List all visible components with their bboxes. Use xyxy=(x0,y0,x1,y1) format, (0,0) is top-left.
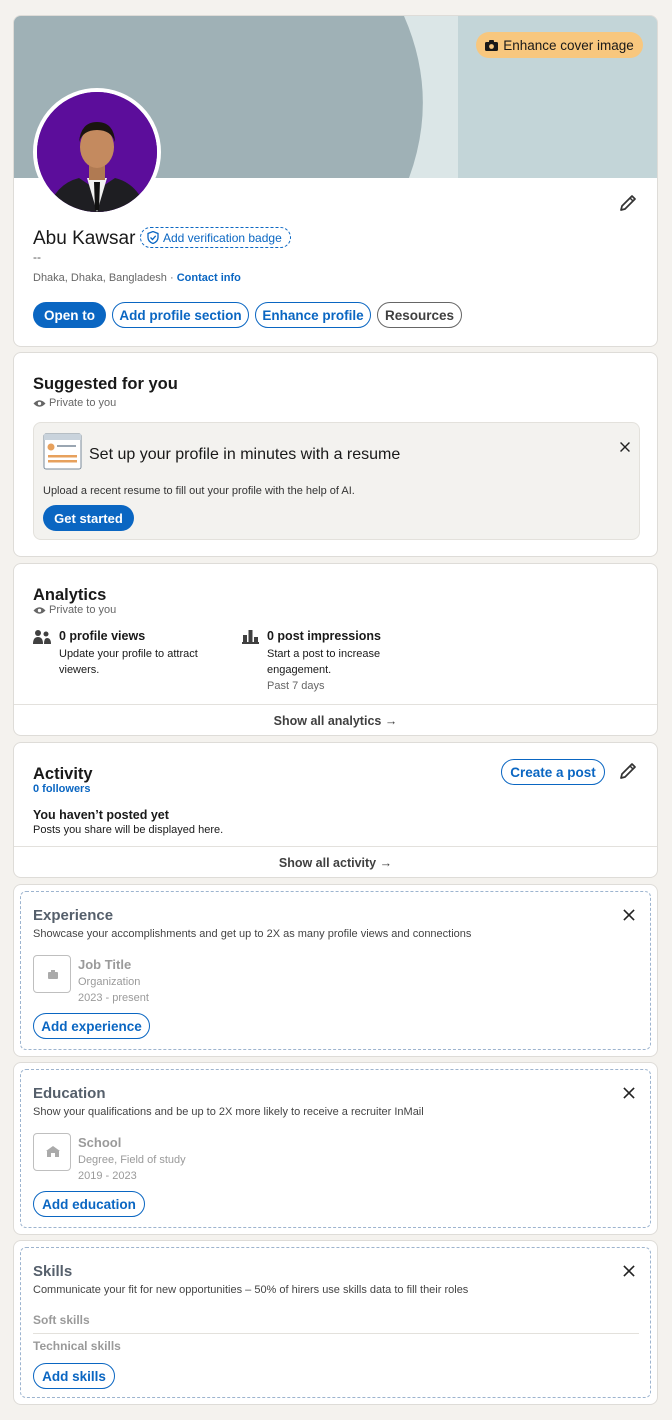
education-card: Education Show your qualifications and b… xyxy=(13,1062,658,1235)
people-icon xyxy=(33,630,51,644)
analytics-privacy: Private to you xyxy=(33,604,116,616)
show-all-activity-link[interactable]: Show all activity → xyxy=(14,846,657,877)
post-impressions-desc-1: Start a post to increase xyxy=(267,648,381,660)
avatar-photo xyxy=(37,92,157,212)
placeholder-job-title: Job Title xyxy=(78,957,132,972)
activity-card: Activity 0 followers Create a post You h… xyxy=(13,742,658,878)
avatar[interactable] xyxy=(33,88,161,216)
get-started-button[interactable]: Get started xyxy=(43,505,134,531)
create-post-button[interactable]: Create a post xyxy=(501,759,605,785)
add-skills-button[interactable]: Add skills xyxy=(33,1363,115,1389)
resume-icon xyxy=(43,433,82,470)
post-impressions-count: 0 post impressions xyxy=(267,629,381,643)
enhance-cover-label: Enhance cover image xyxy=(503,37,634,53)
open-to-button[interactable]: Open to xyxy=(33,302,106,328)
suggested-privacy: Private to you xyxy=(33,397,116,409)
privacy-label: Private to you xyxy=(49,397,117,409)
add-experience-button[interactable]: Add experience xyxy=(33,1013,150,1039)
eye-icon xyxy=(33,399,46,407)
verification-label: Add verification badge xyxy=(163,230,282,245)
profile-views-block[interactable]: 0 profile views Update your profile to a… xyxy=(33,628,233,688)
edit-activity-icon[interactable] xyxy=(618,761,638,781)
resume-card-text: Upload a recent resume to fill out your … xyxy=(43,485,355,497)
placeholder-dates: 2023 - present xyxy=(78,992,149,1004)
technical-skills-placeholder: Technical skills xyxy=(33,1339,121,1353)
profile-views-desc-2: viewers. xyxy=(59,664,100,676)
placeholder-dates: 2019 - 2023 xyxy=(78,1170,137,1182)
education-title: Education xyxy=(33,1085,106,1102)
profile-name: Abu Kawsar xyxy=(33,228,136,249)
edit-intro-icon[interactable] xyxy=(618,193,638,213)
skills-title: Skills xyxy=(33,1263,73,1280)
experience-card: Experience Showcase your accomplishments… xyxy=(13,884,658,1057)
placeholder-organization: Organization xyxy=(78,976,141,988)
resume-card-title: Set up your profile in minutes with a re… xyxy=(89,446,401,463)
resources-button[interactable]: Resources xyxy=(377,302,462,328)
dismiss-education-close-icon[interactable] xyxy=(622,1086,636,1100)
contact-info-link[interactable]: Contact info xyxy=(177,272,241,284)
privacy-label: Private to you xyxy=(49,604,117,616)
dismiss-experience-close-icon[interactable] xyxy=(622,908,636,922)
eye-icon xyxy=(33,606,46,614)
education-description: Show your qualifications and be up to 2X… xyxy=(33,1106,424,1118)
followers-link[interactable]: 0 followers xyxy=(33,783,90,795)
soft-skills-placeholder: Soft skills xyxy=(33,1313,90,1327)
briefcase-icon xyxy=(33,955,71,993)
profile-views-desc-1: Update your profile to attract xyxy=(59,648,198,660)
resume-suggestion-box: Set up your profile in minutes with a re… xyxy=(33,422,640,540)
empty-activity-title: You haven’t posted yet xyxy=(33,808,169,822)
profile-card: Enhance cover image Abu Kawsar Add verif… xyxy=(13,15,658,347)
school-icon xyxy=(33,1133,71,1171)
location: Dhaka, Dhaka, Bangladesh xyxy=(33,272,167,284)
skills-divider xyxy=(33,1333,639,1334)
enhance-profile-button[interactable]: Enhance profile xyxy=(255,302,371,328)
analytics-title: Analytics xyxy=(33,586,107,604)
headline: -- xyxy=(33,250,41,264)
separator: · xyxy=(170,272,174,284)
camera-icon xyxy=(485,39,499,51)
suggested-title: Suggested for you xyxy=(33,375,178,393)
dismiss-suggestion-close-icon[interactable] xyxy=(619,441,632,454)
add-education-button[interactable]: Add education xyxy=(33,1191,145,1217)
verification-badge-button[interactable]: Add verification badge xyxy=(140,227,291,248)
enhance-cover-button[interactable]: Enhance cover image xyxy=(476,32,643,58)
add-profile-section-button[interactable]: Add profile section xyxy=(112,302,249,328)
analytics-period: Past 7 days xyxy=(267,680,325,692)
post-impressions-desc-2: engagement. xyxy=(267,664,332,676)
suggested-card: Suggested for you Private to you Set up … xyxy=(13,352,658,557)
shield-check-icon xyxy=(147,231,159,244)
analytics-card: Analytics Private to you 0 profile views… xyxy=(13,563,658,736)
experience-title: Experience xyxy=(33,907,114,924)
skills-card: Skills Communicate your fit for new oppo… xyxy=(13,1240,658,1405)
show-all-analytics-link[interactable]: Show all analytics → xyxy=(14,704,657,735)
experience-description: Showcase your accomplishments and get up… xyxy=(33,928,472,940)
dismiss-skills-close-icon[interactable] xyxy=(622,1264,636,1278)
post-impressions-block[interactable]: 0 post impressions Start a post to incre… xyxy=(242,628,442,692)
empty-activity-text: Posts you share will be displayed here. xyxy=(33,824,224,836)
profile-views-count: 0 profile views xyxy=(59,629,146,643)
placeholder-school: School xyxy=(78,1135,122,1150)
bar-chart-icon xyxy=(242,630,259,644)
skills-description: Communicate your fit for new opportuniti… xyxy=(33,1284,469,1296)
placeholder-degree: Degree, Field of study xyxy=(78,1154,186,1166)
activity-title: Activity xyxy=(33,765,93,783)
location-line: Dhaka, Dhaka, Bangladesh · Contact info xyxy=(33,272,241,284)
